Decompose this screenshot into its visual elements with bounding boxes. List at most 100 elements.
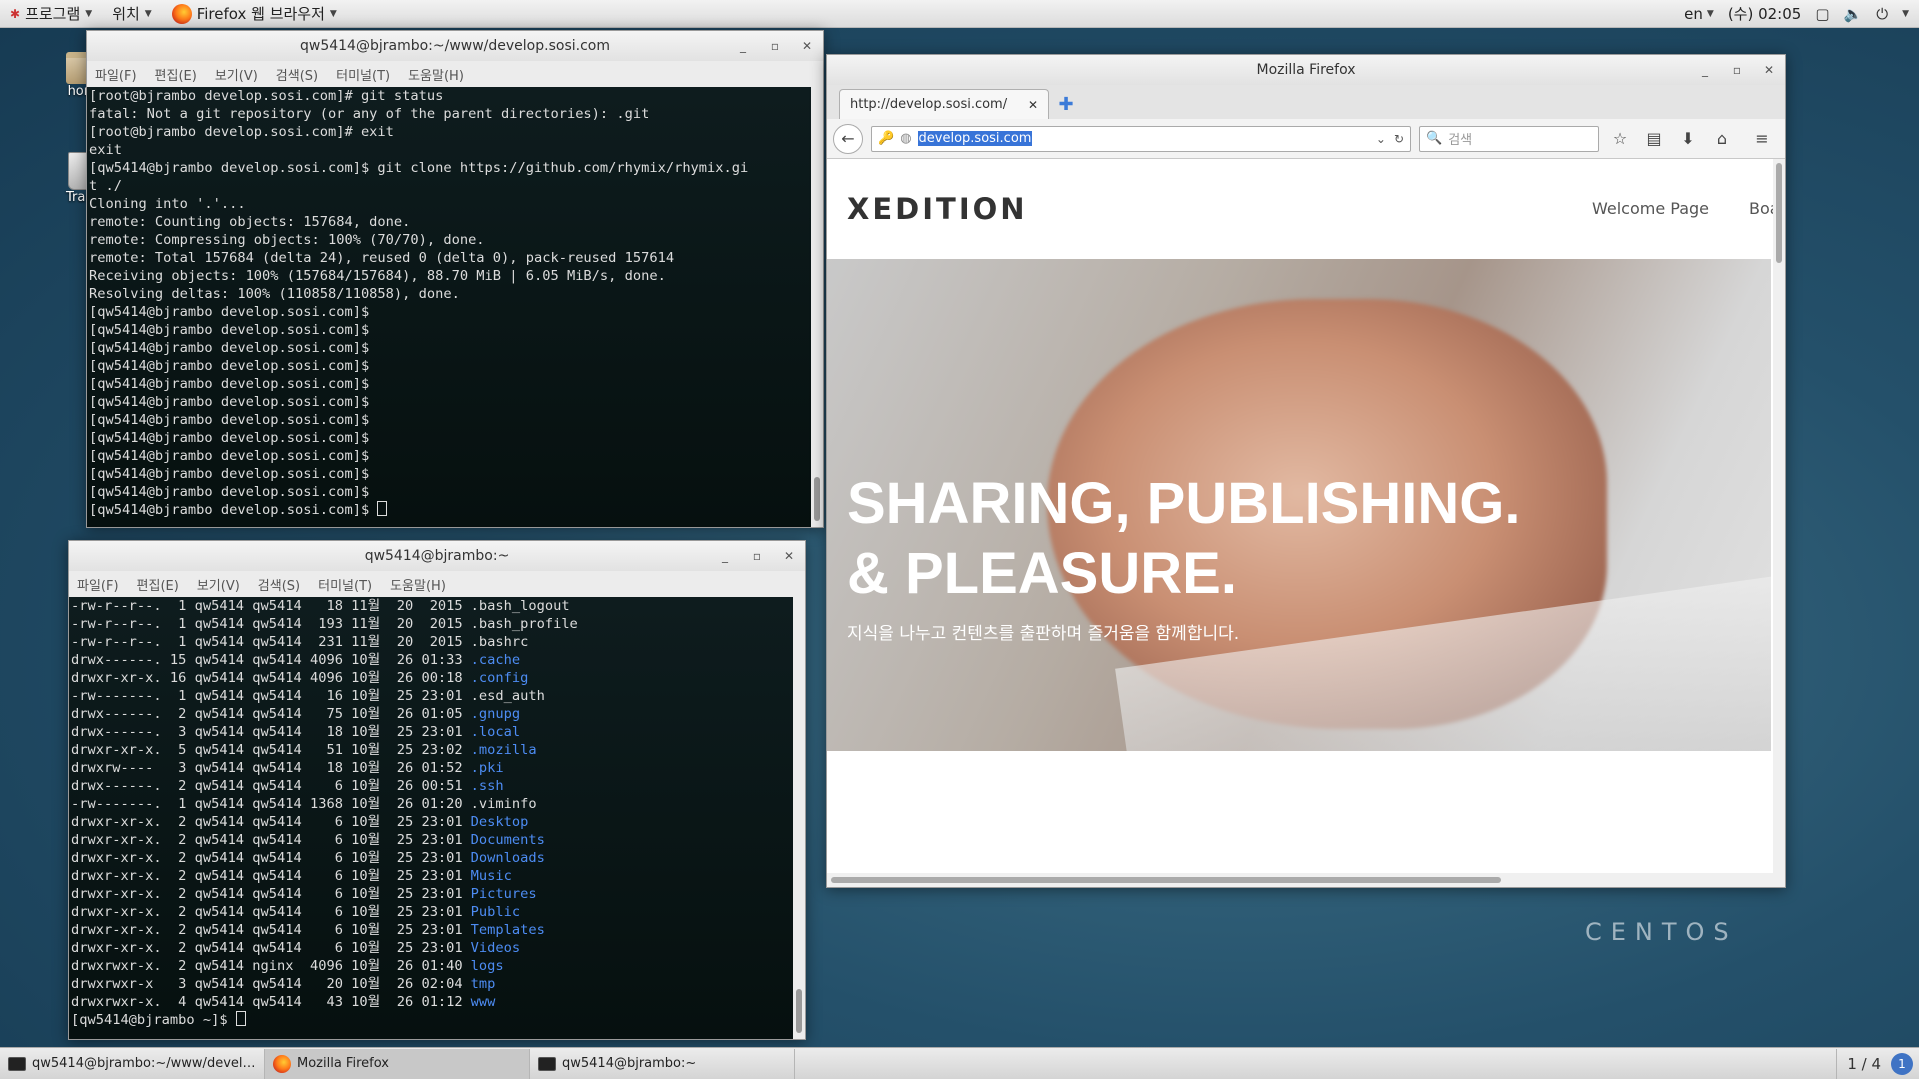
window-titlebar[interactable]: qw5414@bjrambo:~/www/develop.sosi.com _ … — [87, 31, 823, 61]
workspace-switcher[interactable]: 1 / 4 — [1836, 1048, 1891, 1079]
nav-welcome-page[interactable]: Welcome Page — [1592, 199, 1709, 218]
ls-row: drwx------. 2 qw5414 qw5414 75 10월 26 01… — [71, 705, 805, 723]
places-menu[interactable]: 위치 ▼ — [102, 0, 162, 28]
scrollbar-thumb[interactable] — [1776, 163, 1782, 263]
notification-badge[interactable]: 1 — [1891, 1052, 1913, 1075]
ls-filename: Pictures — [470, 886, 537, 902]
scrollbar-thumb[interactable] — [814, 477, 820, 521]
url-dropdown-icon[interactable]: ⌄ — [1376, 132, 1386, 146]
apps-icon: ✱ — [10, 6, 21, 21]
ls-filename: Music — [470, 868, 512, 884]
firefox-window[interactable]: Mozilla Firefox _ ▫ ✕ http://develop.sos… — [826, 54, 1786, 888]
maximize-button[interactable]: ▫ — [767, 38, 783, 54]
power-icon[interactable]: ⏻ — [1876, 5, 1888, 23]
minimize-button[interactable]: _ — [1697, 62, 1713, 78]
active-app-menu[interactable]: Firefox 웹 브라우저 ▼ — [162, 0, 347, 28]
close-button[interactable]: ✕ — [1761, 62, 1777, 78]
horizontal-scrollbar[interactable] — [827, 873, 1785, 887]
display-icon[interactable]: ▢ — [1815, 5, 1829, 23]
hero-banner: SHARING, PUBLISHING. & PLEASURE. 지식을 나누고… — [827, 259, 1771, 751]
menu-view[interactable]: 보기(V) — [215, 65, 258, 84]
chevron-down-icon[interactable]: ▼ — [1902, 9, 1909, 19]
terminal-output[interactable]: -rw-r--r--. 1 qw5414 qw5414 18 11월 20 20… — [69, 597, 805, 1039]
url-bar[interactable]: 🔑 ◍ develop.sosi.com ⌄ ↻ — [871, 125, 1411, 152]
menu-search[interactable]: 검색(S) — [276, 65, 318, 84]
tab-strip: http://develop.sosi.com/ ✕ ✚ — [827, 85, 1785, 119]
new-tab-button[interactable]: ✚ — [1053, 89, 1079, 119]
taskbar-item-label: qw5414@bjrambo:~/www/devel… — [32, 1056, 256, 1071]
maximize-button[interactable]: ▫ — [749, 548, 765, 564]
taskbar-item-firefox[interactable]: Mozilla Firefox — [265, 1048, 530, 1079]
menu-edit[interactable]: 편집(E) — [155, 65, 197, 84]
prompt-text: [qw5414@bjrambo ~]$ — [71, 1012, 236, 1028]
window-titlebar[interactable]: qw5414@bjrambo:~ _ ▫ ✕ — [69, 541, 805, 571]
terminal-line: t ./ — [89, 178, 122, 194]
ls-filename: www — [470, 994, 496, 1010]
hamburger-menu-icon[interactable]: ≡ — [1749, 126, 1775, 152]
menu-file[interactable]: 파일(F) — [77, 575, 119, 594]
firefox-icon — [171, 3, 192, 24]
terminal-line: [qw5414@bjrambo develop.sosi.com]$ — [89, 484, 370, 500]
terminal-line: [qw5414@bjrambo develop.sosi.com]$ — [89, 322, 370, 338]
ls-filename: .config — [470, 670, 529, 686]
scrollbar-thumb[interactable] — [831, 877, 1501, 883]
reading-list-icon[interactable]: ▤ — [1641, 126, 1667, 152]
terminal-icon — [8, 1056, 26, 1071]
menubar: 파일(F) 편집(E) 보기(V) 검색(S) 터미널(T) 도움말(H) — [87, 61, 823, 87]
navigation-toolbar: ← 🔑 ◍ develop.sosi.com ⌄ ↻ 🔍 검색 ☆ ▤ ⬇ ⌂ … — [827, 119, 1785, 159]
menu-file[interactable]: 파일(F) — [95, 65, 137, 84]
terminal-line: [qw5414@bjrambo develop.sosi.com]$ — [89, 430, 370, 446]
ls-row: -rw-r--r--. 1 qw5414 qw5414 18 11월 20 20… — [71, 597, 805, 615]
bookmark-star-icon[interactable]: ☆ — [1607, 126, 1633, 152]
site-logo[interactable]: XEDITION — [847, 192, 1028, 226]
clock[interactable]: (수) 02:05 — [1728, 3, 1802, 24]
home-icon[interactable]: ⌂ — [1709, 126, 1735, 152]
close-button[interactable]: ✕ — [781, 548, 797, 564]
taskbar-item-terminal-home[interactable]: qw5414@bjrambo:~ — [530, 1048, 795, 1079]
ls-meta: drwx------. 15 qw5414 qw5414 4096 10월 26… — [71, 652, 463, 668]
terminal-window-home[interactable]: qw5414@bjrambo:~ _ ▫ ✕ 파일(F) 편집(E) 보기(V)… — [68, 540, 806, 1040]
volume-icon[interactable]: 🔈 — [1844, 5, 1863, 23]
applications-menu[interactable]: ✱ 프로그램 ▼ — [0, 0, 102, 28]
window-titlebar[interactable]: Mozilla Firefox _ ▫ ✕ — [827, 55, 1785, 85]
close-tab-icon[interactable]: ✕ — [1028, 98, 1038, 112]
menu-edit[interactable]: 편집(E) — [137, 575, 179, 594]
minimize-button[interactable]: _ — [717, 548, 733, 564]
scrollbar-thumb[interactable] — [796, 989, 802, 1033]
reload-icon[interactable]: ↻ — [1394, 132, 1404, 146]
menubar: 파일(F) 편집(E) 보기(V) 검색(S) 터미널(T) 도움말(H) — [69, 571, 805, 597]
menu-terminal[interactable]: 터미널(T) — [318, 575, 372, 594]
chevron-down-icon: ▼ — [1706, 8, 1714, 19]
site-identity-icon[interactable]: 🔑 — [878, 131, 894, 146]
vertical-scrollbar[interactable] — [1773, 159, 1785, 887]
scrollbar[interactable] — [793, 597, 805, 1039]
download-icon[interactable]: ⬇ — [1675, 126, 1701, 152]
maximize-button[interactable]: ▫ — [1729, 62, 1745, 78]
browser-tab[interactable]: http://develop.sosi.com/ ✕ — [839, 89, 1049, 119]
terminal-line: [qw5414@bjrambo develop.sosi.com]$ — [89, 466, 370, 482]
ls-filename: logs — [470, 958, 504, 974]
menu-view[interactable]: 보기(V) — [197, 575, 240, 594]
terminal-output[interactable]: [root@bjrambo develop.sosi.com]# git sta… — [87, 87, 823, 527]
firefox-icon — [273, 1054, 291, 1073]
minimize-button[interactable]: _ — [735, 38, 751, 54]
web-content[interactable]: XEDITION Welcome Page Boa SHARING, PUBLI… — [827, 159, 1785, 887]
ls-filename: Videos — [470, 940, 521, 956]
menu-help[interactable]: 도움말(H) — [390, 575, 446, 594]
close-button[interactable]: ✕ — [799, 38, 815, 54]
scrollbar[interactable] — [811, 87, 823, 527]
terminal-window-develop[interactable]: qw5414@bjrambo:~/www/develop.sosi.com _ … — [86, 30, 824, 528]
terminal-icon — [538, 1056, 556, 1071]
language-selector[interactable]: en ▼ — [1684, 0, 1714, 28]
ls-row: drwx------. 15 qw5414 qw5414 4096 10월 26… — [71, 651, 805, 669]
taskbar-item-terminal-develop[interactable]: qw5414@bjrambo:~/www/devel… — [0, 1048, 265, 1079]
ls-filename: tmp — [470, 976, 496, 992]
ls-meta: drwx------. 2 qw5414 qw5414 6 10월 26 00:… — [71, 778, 463, 794]
ls-filename: .pki — [470, 760, 504, 776]
taskbar: qw5414@bjrambo:~/www/devel… Mozilla Fire… — [0, 1047, 1919, 1079]
menu-help[interactable]: 도움말(H) — [408, 65, 464, 84]
menu-terminal[interactable]: 터미널(T) — [336, 65, 390, 84]
search-input[interactable]: 🔍 검색 — [1419, 125, 1599, 152]
back-button[interactable]: ← — [833, 123, 863, 154]
menu-search[interactable]: 검색(S) — [258, 575, 300, 594]
